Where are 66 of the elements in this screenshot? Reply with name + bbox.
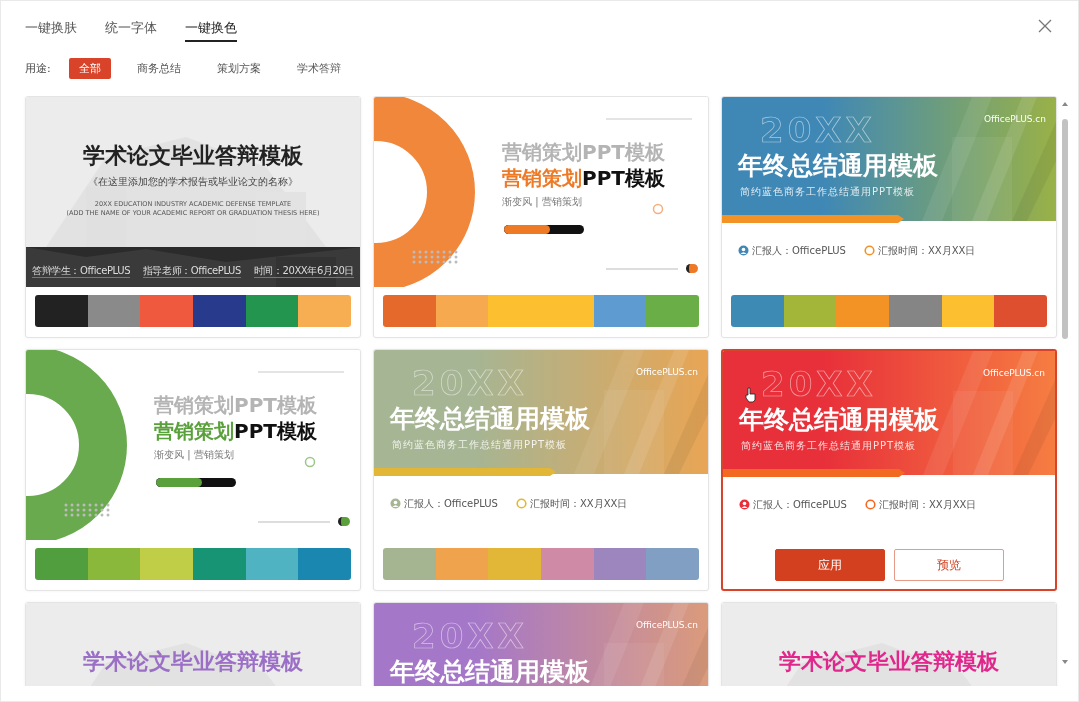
slide-subtitle: 渐变风 | 营销策划 <box>502 196 582 208</box>
slide-title: 营销策划PPT模板 <box>502 167 665 190</box>
tab[interactable]: 一键换肤 <box>25 19 77 42</box>
slide-subtitle: 简约蓝色商务工作总结通用PPT模板 <box>740 186 916 198</box>
slide-info: 时间：20XX年6月20日 <box>253 265 354 278</box>
slide-subtitle: 简约蓝色商务工作总结通用PPT模板 <box>392 439 568 451</box>
reporter-label: 汇报人：OfficePLUS <box>390 498 498 510</box>
reporter-label: 汇报人：OfficePLUS <box>739 499 847 511</box>
template-card[interactable]: 营销策划PPT模板 营销策划PPT模板 渐变风 | 营销策划 <box>25 349 361 591</box>
ring-icon <box>652 203 664 215</box>
time-label: 汇报时间：XX月XX日 <box>515 498 628 510</box>
slide-subtitle: 渐变风 | 营销策划 <box>154 449 234 461</box>
slide-title-shadow: 营销策划PPT模板 <box>502 141 665 164</box>
person-icon <box>390 498 401 510</box>
slide-subtitle: 简约蓝色商务工作总结通用PPT模板 <box>741 440 917 452</box>
person-icon <box>739 499 750 511</box>
template-card[interactable]: 20XX OfficePLUS.cn 年终总结通用模板 简约蓝色商务工作总结通用PPT模板 汇报人：OfficePLUS 汇报时间：XX月XX日 应用 预览 <box>721 349 1057 591</box>
slide-title: 学术论文毕业答辩模板 <box>82 649 304 675</box>
scrollbar-thumb[interactable] <box>1062 119 1068 339</box>
clock-icon <box>515 498 527 510</box>
reporter-label: 汇报人：OfficePLUS <box>738 245 846 257</box>
time-label: 汇报时间：XX月XX日 <box>863 245 976 257</box>
footer-line <box>258 521 330 523</box>
slide-subtitle: 《在这里添加您的学术报告或毕业论文的名称》 <box>87 176 299 188</box>
slide-info: 答辩学生：OfficePLUS <box>32 265 131 278</box>
footer-line <box>606 268 678 270</box>
tab[interactable]: 统一字体 <box>105 19 157 42</box>
slide-title: 学术论文毕业答辩模板 <box>778 649 1000 675</box>
filter-chip[interactable]: 全部 <box>68 57 111 79</box>
filter-chip[interactable]: 商务总结 <box>126 57 191 79</box>
brand-logo: OfficePLUS.cn <box>983 114 1046 125</box>
time-label: 汇报时间：XX月XX日 <box>864 499 977 511</box>
toggle-icon <box>338 517 350 526</box>
slide-title: 营销策划PPT模板 <box>154 420 317 443</box>
preview-button[interactable]: 预览 <box>893 549 1004 581</box>
template-card[interactable]: 20XX OfficePLUS.cn 年终总结通用模板 简约蓝色商务工作总结通用PPT模板 汇报人：OfficePLUS 汇报时间：XX月XX日 <box>373 349 709 591</box>
filter-label: 用途: <box>25 60 51 76</box>
template-card[interactable]: 营销策划PPT模板 营销策划PPT模板 渐变风 | 营销策划 <box>373 96 709 338</box>
slide-title: 年终总结通用模板 <box>390 658 590 686</box>
close-icon[interactable] <box>1038 18 1052 32</box>
hand-cursor-icon <box>745 387 757 403</box>
apply-button[interactable]: 应用 <box>774 549 885 581</box>
clock-icon <box>864 499 876 511</box>
scroll-down-icon[interactable] <box>1060 659 1070 665</box>
filter-chip[interactable]: 策划方案 <box>206 57 271 79</box>
person-icon <box>738 245 749 257</box>
slide-title: 学术论文毕业答辩模板 <box>82 143 304 169</box>
year-outline: 20XX <box>761 365 877 405</box>
year-outline: 20XX <box>412 364 528 404</box>
tab[interactable]: 一键换色 <box>185 19 237 42</box>
brand-logo: OfficePLUS.cn <box>635 367 698 378</box>
scroll-up-icon[interactable] <box>1060 101 1070 107</box>
ring-icon <box>304 456 316 468</box>
clock-icon <box>863 245 875 257</box>
template-card[interactable]: 20XX OfficePLUS.cn 年终总结通用模板 简约蓝色商务工作总结通用PPT模板 汇报人：OfficePLUS 汇报时间：XX月XX日 <box>721 96 1057 338</box>
year-outline: 20XX <box>412 617 528 657</box>
slide-title: 年终总结通用模板 <box>738 152 938 181</box>
slide-info: 指导老师：OfficePLUS <box>142 265 241 278</box>
slide-title-shadow: 营销策划PPT模板 <box>154 394 317 417</box>
brand-logo: OfficePLUS.cn <box>982 368 1045 379</box>
slide-title: 年终总结通用模板 <box>739 406 939 435</box>
filter-chip[interactable]: 学术答辩 <box>286 57 351 79</box>
slide-title: 年终总结通用模板 <box>390 405 590 434</box>
brand-logo: OfficePLUS.cn <box>635 620 698 631</box>
toggle-icon <box>686 264 698 273</box>
year-outline: 20XX <box>760 111 876 151</box>
